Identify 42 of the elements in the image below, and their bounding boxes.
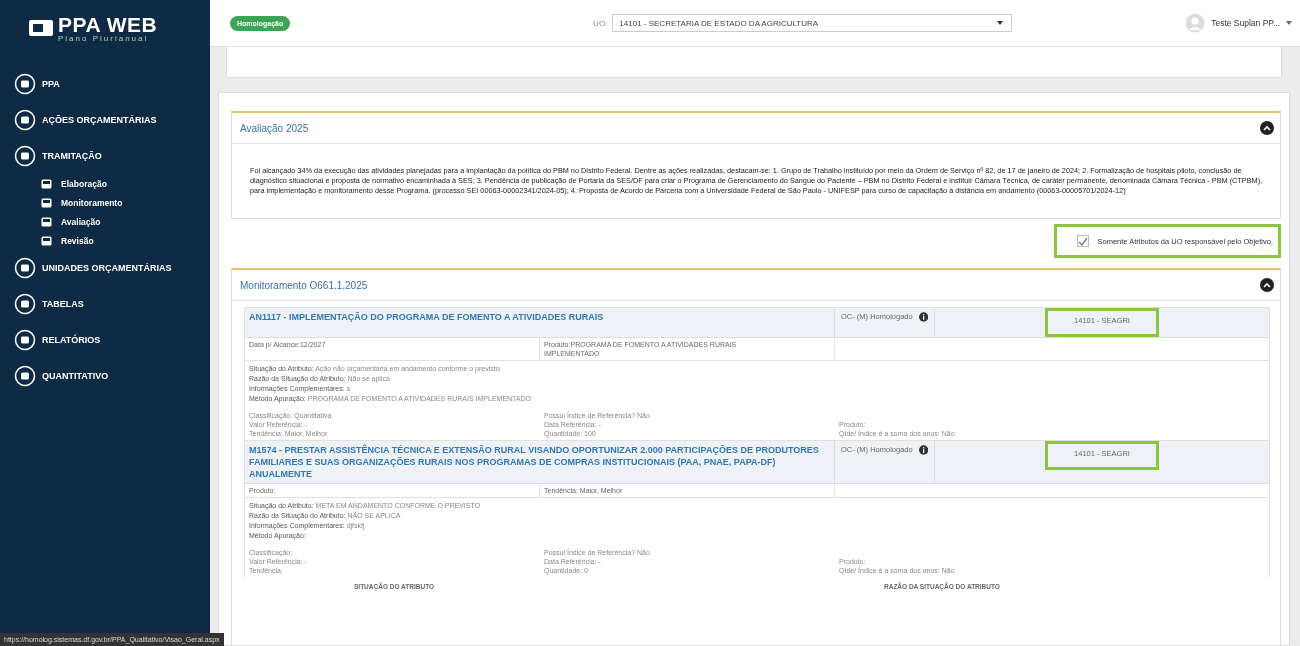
circle-icon bbox=[14, 257, 36, 279]
sidebar-item[interactable]: RELATÓRIOS bbox=[0, 322, 210, 358]
info-icon[interactable] bbox=[918, 445, 928, 455]
sidebar-item[interactable]: PPA bbox=[0, 66, 210, 102]
sidebar-item[interactable]: TRAMITAÇÃO bbox=[0, 138, 210, 174]
attribute-title[interactable]: M1574 - PRESTAR ASSISTÊNCIA TÉCNICA E EXTENSÃO RURAL VISANDO OPORTUNIZAR 2.000 PARTICIPAÇÕES DE PRODUTORES FAMILIARES E SUAS ORGANIZAÇÕES RURAIS NOS PROGRAMAS DE COMPRAS INSTITUCIONAIS (PAA, PNAE, PAPA-DF) ANUALMENTE bbox=[245, 441, 835, 483]
chevron-up-icon bbox=[1263, 125, 1271, 131]
sidebar-subitem[interactable]: Revisão bbox=[0, 231, 210, 250]
caret-icon bbox=[1286, 21, 1292, 25]
circle-icon bbox=[14, 109, 36, 131]
collapse-button[interactable] bbox=[1260, 121, 1274, 135]
sidebar-subitem[interactable]: Elaboração bbox=[0, 174, 210, 193]
circle-icon bbox=[14, 329, 36, 351]
sidebar-item[interactable]: AÇÕES ORÇAMENTÁRIAS bbox=[0, 102, 210, 138]
circle-icon bbox=[14, 293, 36, 315]
sidebar-item[interactable]: TABELAS bbox=[0, 286, 210, 322]
uo-label: UO: bbox=[593, 18, 608, 28]
logo-subtitle: Plano Plurianual bbox=[58, 34, 150, 43]
caret-icon bbox=[997, 21, 1004, 25]
inbox-icon bbox=[41, 235, 52, 246]
sidebar-item[interactable]: QUANTITATIVO bbox=[0, 358, 210, 394]
panel-title: Avaliação 2025 bbox=[240, 122, 309, 134]
sidebar-subitem[interactable]: Monitoramento bbox=[0, 193, 210, 212]
circle-icon bbox=[14, 73, 36, 95]
sidebar-item[interactable]: UNIDADES ORÇAMENTÁRIAS bbox=[0, 250, 210, 286]
chevron-up-icon bbox=[1263, 282, 1271, 288]
inbox-icon bbox=[41, 178, 52, 189]
inbox-icon bbox=[41, 216, 52, 227]
circle-icon bbox=[14, 365, 36, 387]
circle-icon bbox=[14, 145, 36, 167]
info-icon[interactable] bbox=[918, 312, 928, 322]
panel-title: Monitoramento O661.1.2025 bbox=[240, 279, 368, 291]
collapse-button[interactable] bbox=[1260, 278, 1274, 292]
logo-title: PPA WEB bbox=[58, 13, 158, 35]
inbox-icon bbox=[41, 197, 52, 208]
uo-select[interactable]: 14101 - SECRETARIA DE ESTADO DA AGRICULTURA bbox=[612, 14, 1013, 32]
sidebar-subitem[interactable]: Avaliação bbox=[0, 212, 210, 231]
user-name[interactable]: Teste Suplan PP... bbox=[1211, 18, 1280, 28]
logo-icon bbox=[28, 17, 54, 39]
avatar-icon bbox=[1185, 13, 1206, 33]
check-icon bbox=[1078, 236, 1089, 246]
attribute-title[interactable]: AN1117 - IMPLEMENTAÇÃO DO PROGRAMA DE FOMENTO A ATIVIDADES RURAIS bbox=[245, 308, 835, 337]
